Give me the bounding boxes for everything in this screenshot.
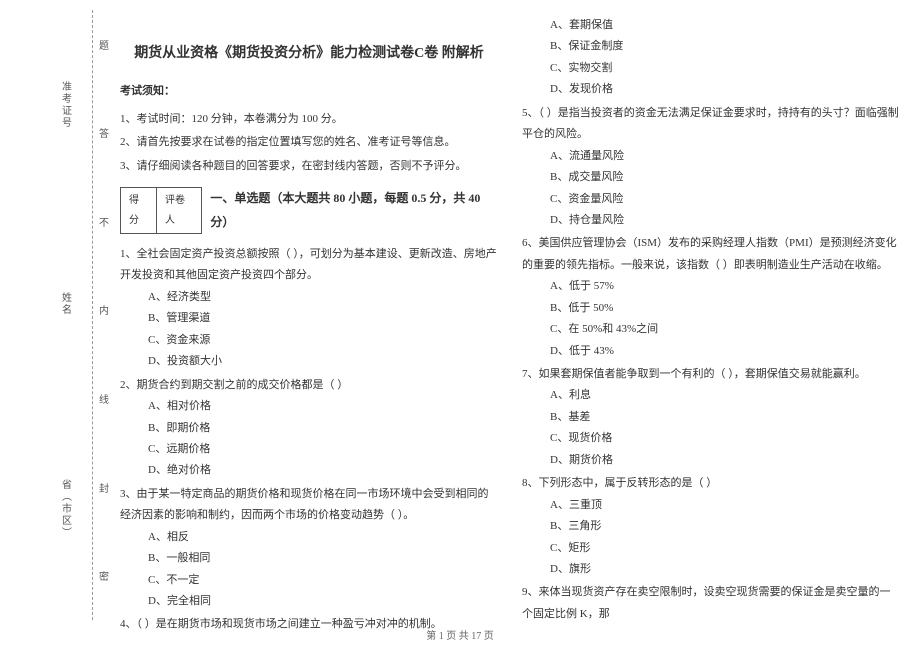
question-3-stem: 3、由于某一特定商品的期货价格和现货价格在同一市场环境中会受到相同的经济因素的影… <box>120 484 498 527</box>
question-6-opt-b: B、低于 50% <box>522 298 900 319</box>
question-6-opt-d: D、低于 43% <box>522 341 900 362</box>
seal-char: 线 <box>99 391 109 406</box>
question-7-opt-d: D、期货价格 <box>522 450 900 471</box>
seal-char: 封 <box>99 480 109 495</box>
notice-line: 2、请首先按要求在试卷的指定位置填写您的姓名、准考证号等信息。 <box>120 132 498 153</box>
seal-char: 题 <box>99 37 109 52</box>
question-5-opt-b: B、成交量风险 <box>522 167 900 188</box>
seal-char: 内 <box>99 302 109 317</box>
notice-heading: 考试须知： <box>120 81 498 102</box>
question-4-opt-d: D、发现价格 <box>522 79 900 100</box>
paper-title: 期货从业资格《期货投资分析》能力检测试卷C卷 附解析 <box>120 40 498 67</box>
question-4-opt-b: B、保证金制度 <box>522 36 900 57</box>
question-1-opt-b: B、管理渠道 <box>120 308 498 329</box>
question-4-opt-c: C、实物交割 <box>522 58 900 79</box>
seal-char: 密 <box>99 568 109 583</box>
question-3-opt-a: A、相反 <box>120 527 498 548</box>
seal-char: 答 <box>99 125 109 140</box>
notice-line: 1、考试时间：120 分钟，本卷满分为 100 分。 <box>120 109 498 130</box>
side-info-strip: 准考证号 姓名 省（市区） <box>40 0 90 620</box>
side-field-admission: 准考证号 <box>58 81 73 129</box>
page-number: 第 1 页 共 17 页 <box>0 627 920 642</box>
question-8-stem: 8、下列形态中，属于反转形态的是（ ） <box>522 473 900 494</box>
seal-labels: 题 答 不 内 线 封 密 <box>96 0 112 620</box>
question-7-opt-b: B、基差 <box>522 407 900 428</box>
question-5-opt-c: C、资金量风险 <box>522 189 900 210</box>
score-cell-grader: 评卷人 <box>157 188 201 233</box>
question-7-opt-a: A、利息 <box>522 385 900 406</box>
question-8-opt-a: A、三重顶 <box>522 495 900 516</box>
question-5-opt-a: A、流通量风险 <box>522 146 900 167</box>
exam-page: 准考证号 姓名 省（市区） 题 答 不 内 线 封 密 期货从业资格《期货投资分… <box>0 0 920 650</box>
question-1-opt-d: D、投资额大小 <box>120 351 498 372</box>
question-5-stem: 5、（ ）是指当投资者的资金无法满足保证金要求时，持持有的头寸？面临强制平仓的风… <box>522 103 900 146</box>
side-field-region: 省（市区） <box>58 479 73 539</box>
question-8-opt-b: B、三角形 <box>522 516 900 537</box>
left-column: 期货从业资格《期货投资分析》能力检测试卷C卷 附解析 考试须知： 1、考试时间：… <box>120 15 498 620</box>
side-field-name: 姓名 <box>58 292 73 316</box>
score-box: 得分 评卷人 <box>120 187 202 234</box>
question-8-opt-d: D、旗形 <box>522 559 900 580</box>
question-2-opt-c: C、远期价格 <box>120 439 498 460</box>
question-6-stem: 6、美国供应管理协会（ISM）发布的采购经理人指数（PMI）是预测经济变化的重要… <box>522 233 900 276</box>
question-2-opt-d: D、绝对价格 <box>120 460 498 481</box>
question-8-opt-c: C、矩形 <box>522 538 900 559</box>
question-6-opt-a: A、低于 57% <box>522 276 900 297</box>
right-column: A、套期保值 B、保证金制度 C、实物交割 D、发现价格 5、（ ）是指当投资者… <box>522 15 900 620</box>
content-columns: 期货从业资格《期货投资分析》能力检测试卷C卷 附解析 考试须知： 1、考试时间：… <box>120 15 900 620</box>
question-7-stem: 7、如果套期保值者能争取到一个有利的（ ），套期保值交易就能赢利。 <box>522 364 900 385</box>
question-2-stem: 2、期货合约到期交割之前的成交价格都是（ ） <box>120 375 498 396</box>
section-title: 一、单选题（本大题共 80 小题，每题 0.5 分，共 40 分） <box>210 187 498 234</box>
question-1-opt-a: A、经济类型 <box>120 287 498 308</box>
question-6-opt-c: C、在 50%和 43%之间 <box>522 319 900 340</box>
question-2-opt-a: A、相对价格 <box>120 396 498 417</box>
seal-char: 不 <box>99 214 109 229</box>
seal-line <box>92 10 93 620</box>
score-section-row: 得分 评卷人 一、单选题（本大题共 80 小题，每题 0.5 分，共 40 分） <box>120 187 498 234</box>
question-1-stem: 1、全社会固定资产投资总额按照（ ），可划分为基本建设、更新改造、房地产开发投资… <box>120 244 498 287</box>
question-3-opt-d: D、完全相同 <box>120 591 498 612</box>
question-4-opt-a: A、套期保值 <box>522 15 900 36</box>
score-cell-score: 得分 <box>121 188 157 233</box>
question-3-opt-c: C、不一定 <box>120 570 498 591</box>
question-9-stem: 9、来体当现货资产存在卖空限制时，设卖空现货需要的保证金是卖空量的一个固定比例 … <box>522 582 900 625</box>
notice-line: 3、请仔细阅读各种题目的回答要求，在密封线内答题，否则不予评分。 <box>120 156 498 177</box>
question-5-opt-d: D、持仓量风险 <box>522 210 900 231</box>
question-2-opt-b: B、即期价格 <box>120 418 498 439</box>
question-7-opt-c: C、现货价格 <box>522 428 900 449</box>
question-1-opt-c: C、资金来源 <box>120 330 498 351</box>
question-3-opt-b: B、一般相同 <box>120 548 498 569</box>
